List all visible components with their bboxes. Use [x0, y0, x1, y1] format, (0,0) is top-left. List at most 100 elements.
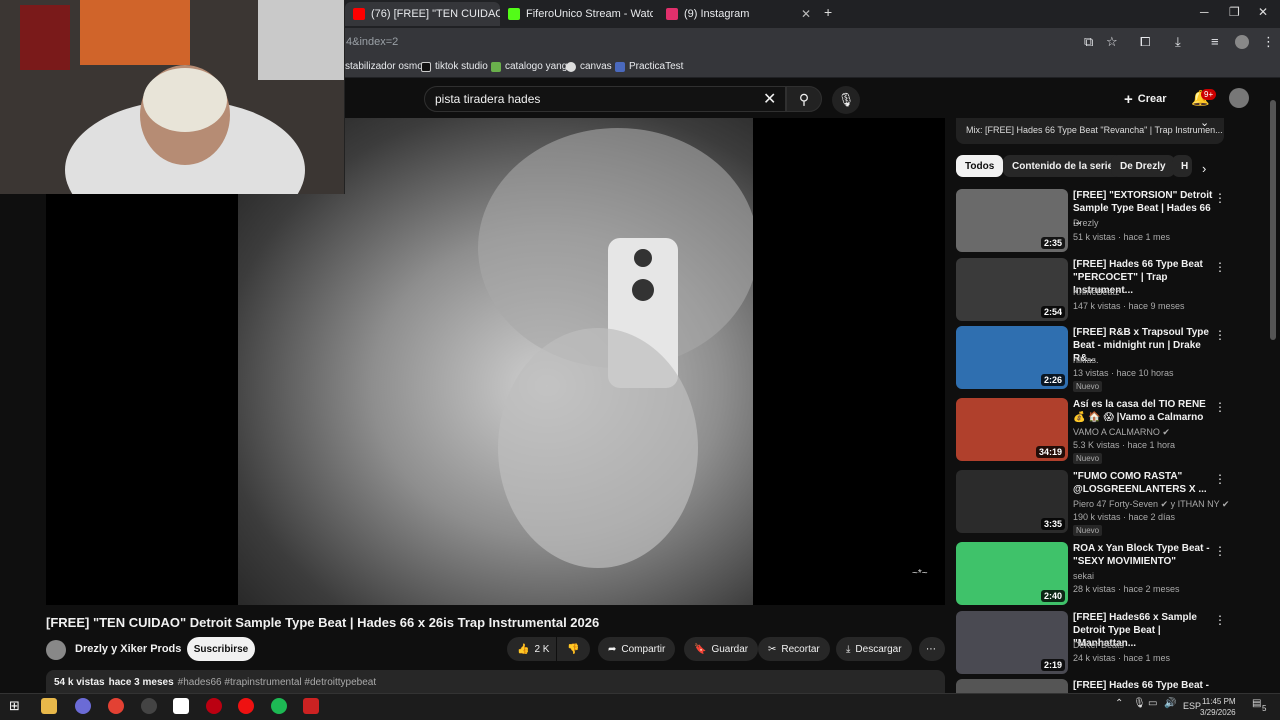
menu-dots-icon[interactable]: ⋮: [1262, 34, 1275, 50]
close-tab-icon[interactable]: ✕: [801, 7, 811, 21]
like-button[interactable]: 👍 2 K: [507, 637, 556, 661]
channel-avatar[interactable]: [46, 640, 66, 660]
recommended-video[interactable]: 2:19 [FREE] Hades66 x Sample Detroit Typ…: [956, 611, 1231, 677]
recommended-video[interactable]: 2:35 [FREE] "EXTORSION" Detroit Sample T…: [956, 189, 1231, 255]
bookmark-item[interactable]: stabilizador osmo7: [345, 61, 428, 72]
chevron-up-icon[interactable]: ⌃: [1115, 698, 1123, 709]
rec-meta: 24 k vistas · hace 1 mes: [1073, 653, 1171, 663]
cast-icon[interactable]: ⧉: [1084, 34, 1093, 50]
chevron-down-icon[interactable]: ⌄: [1200, 116, 1209, 129]
subscribe-button[interactable]: Suscribirse: [187, 637, 255, 661]
rec-channel[interactable]: VAMO A CALMARNO ✔: [1073, 427, 1170, 438]
video-thumbnail[interactable]: 2:35: [956, 189, 1068, 252]
tab-youtube[interactable]: (76) [FREE] "TEN CUIDAO" [ ✕: [345, 2, 500, 26]
recommended-video[interactable]: 34:19 Así es la casa del TIO RENE 💰 🏠 😱 …: [956, 398, 1231, 464]
tab-stream[interactable]: FiferoUnico Stream - Watch Liv ✕: [508, 2, 653, 26]
rec-channel[interactable]: sekai: [1073, 571, 1094, 581]
copilot-icon[interactable]: [75, 698, 91, 714]
video-thumbnail[interactable]: 2:40: [956, 542, 1068, 605]
bookmark-item[interactable]: PracticaTest: [615, 61, 683, 72]
voice-search-button[interactable]: 🎙: [832, 86, 860, 114]
restore-icon[interactable]: ❐: [1229, 5, 1240, 19]
mix-playlist-bar[interactable]: Mix: [FREE] Hades 66 Type Beat "Revancha…: [956, 118, 1224, 144]
recommended-video[interactable]: 2:54 [FREE] Hades 66 Type Beat "PERCOCET…: [956, 258, 1231, 324]
more-actions-button[interactable]: ⋯: [919, 637, 945, 661]
chevron-right-icon[interactable]: ›: [1202, 161, 1206, 176]
video-thumbnail[interactable]: 3:35: [956, 470, 1068, 533]
network-icon[interactable]: ▭: [1148, 698, 1157, 709]
rec-channel[interactable]: DeKer Beats: [1073, 640, 1124, 650]
recommended-video[interactable]: 3:35 "FUMO COMO RASTA" @LOSGREENLANTERS …: [956, 470, 1231, 536]
hashtags[interactable]: #hades66 #trapinstrumental #detroittypeb…: [178, 677, 376, 688]
chip-series[interactable]: Contenido de la serie: [1003, 155, 1123, 177]
rec-title[interactable]: Así es la casa del TIO RENE 💰 🏠 😱 |Vamo …: [1073, 398, 1213, 424]
video-thumbnail[interactable]: 2:54: [956, 258, 1068, 321]
download-button[interactable]: ⤓ Descargar: [836, 637, 912, 661]
rec-channel[interactable]: KrimeBeatz: [1073, 287, 1120, 297]
recommended-video[interactable]: [FREE] Hades 66 Type Beat -: [956, 679, 1231, 693]
spotify-icon[interactable]: [271, 698, 287, 714]
clock[interactable]: 11:45 PM 3/29/2026: [1200, 696, 1236, 718]
share-button[interactable]: ➦ Compartir: [598, 637, 676, 661]
video-app-icon[interactable]: [303, 698, 319, 714]
download-icon[interactable]: ⤓: [1175, 34, 1181, 50]
more-options-icon[interactable]: ⋮: [1214, 613, 1226, 627]
rec-title[interactable]: ROA x Yan Block Type Beat - "SEXY MOVIMI…: [1073, 542, 1213, 568]
recommended-video[interactable]: 2:26 [FREE] R&B x Trapsoul Type Beat - m…: [956, 326, 1231, 392]
bookmark-icon: 🔖: [694, 643, 707, 655]
plus-icon[interactable]: +: [824, 4, 832, 20]
video-thumbnail[interactable]: 2:26: [956, 326, 1068, 389]
search-input[interactable]: pista tiradera hades: [424, 86, 786, 112]
dislike-button[interactable]: 👎: [557, 637, 590, 661]
more-options-icon[interactable]: ⋮: [1214, 400, 1226, 414]
more-options-icon[interactable]: ⋮: [1214, 472, 1226, 486]
chip-from-channel[interactable]: De Drezly: [1111, 155, 1175, 177]
chip-more[interactable]: H: [1172, 155, 1192, 177]
windows-start-icon[interactable]: ⊞: [9, 698, 25, 714]
close-window-icon[interactable]: ✕: [1258, 5, 1268, 19]
rec-title[interactable]: [FREE] Hades 66 Type Beat -: [1073, 679, 1213, 692]
scrollbar[interactable]: [1270, 100, 1276, 340]
video-thumbnail[interactable]: 34:19: [956, 398, 1068, 461]
opera-icon[interactable]: [238, 698, 254, 714]
notification-icon[interactable]: ▤: [1252, 698, 1261, 709]
rec-channel[interactable]: Drezly: [1073, 218, 1099, 228]
rec-channel[interactable]: niklas.: [1073, 355, 1099, 365]
more-options-icon[interactable]: ⋮: [1214, 191, 1226, 205]
file-explorer-icon[interactable]: [41, 698, 57, 714]
profile-icon[interactable]: [1235, 35, 1249, 49]
more-options-icon[interactable]: ⋮: [1214, 544, 1226, 558]
avatar[interactable]: [1229, 88, 1249, 108]
video-thumbnail[interactable]: [956, 679, 1068, 693]
mic-icon[interactable]: 🎙: [1133, 698, 1146, 709]
media-icon[interactable]: ≡: [1211, 34, 1219, 49]
language-indicator[interactable]: ESP: [1183, 701, 1201, 711]
bookmark-item[interactable]: tiktok studio: [421, 61, 488, 72]
url-text[interactable]: 4&index=2: [346, 36, 398, 48]
rec-channel[interactable]: Piero 47 Forty-Seven ✔ y ITHAN NY ✔: [1073, 499, 1229, 510]
chip-all[interactable]: Todos: [956, 155, 1004, 177]
app-icon[interactable]: [206, 698, 222, 714]
clear-search-icon[interactable]: ✕: [763, 89, 776, 109]
search-button[interactable]: ⚲: [786, 86, 822, 112]
video-thumbnail[interactable]: 2:19: [956, 611, 1068, 674]
obs-icon[interactable]: [141, 698, 157, 714]
capcut-icon[interactable]: [173, 698, 189, 714]
extensions-icon[interactable]: ⧠: [1140, 34, 1150, 50]
create-button[interactable]: + Crear: [1124, 88, 1167, 110]
recommended-video[interactable]: 2:40 ROA x Yan Block Type Beat - "SEXY M…: [956, 542, 1231, 608]
channel-name[interactable]: Drezly y Xiker Prods: [75, 643, 181, 655]
clip-button[interactable]: ✂ Recortar: [758, 637, 830, 661]
minimize-icon[interactable]: ─: [1200, 5, 1209, 19]
rec-title[interactable]: "FUMO COMO RASTA" @LOSGREENLANTERS X ...: [1073, 470, 1213, 496]
more-options-icon[interactable]: ⋮: [1214, 260, 1226, 274]
bookmark-item[interactable]: catalogo yang: [491, 61, 567, 72]
chrome-icon[interactable]: [108, 698, 124, 714]
save-button[interactable]: 🔖 Guardar: [684, 637, 759, 661]
duration-badge: 2:40: [1040, 590, 1065, 602]
star-icon[interactable]: ☆: [1106, 34, 1118, 50]
bookmark-item[interactable]: canvas: [566, 61, 612, 72]
more-options-icon[interactable]: ⋮: [1214, 328, 1226, 342]
tab-instagram[interactable]: (9) Instagram ✕: [666, 2, 811, 26]
volume-icon[interactable]: 🔊: [1164, 698, 1176, 709]
